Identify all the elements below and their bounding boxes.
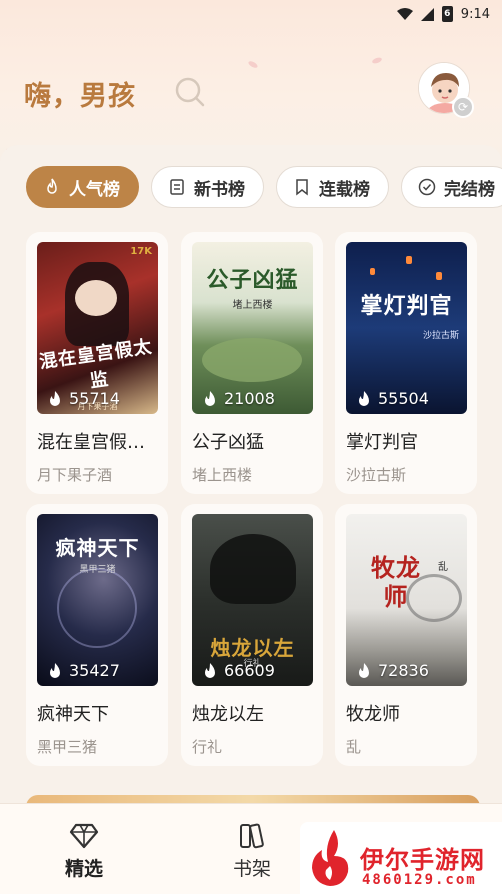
tab-label: 连载榜: [319, 179, 370, 200]
avatar-button[interactable]: ⟳: [418, 62, 474, 118]
flame-icon: [359, 390, 369, 406]
cover-title: 牧龙师: [371, 553, 421, 611]
book-title: 掌灯判官: [346, 432, 418, 453]
status-time: 9:14: [460, 6, 490, 22]
book-author: 黑甲三猪: [37, 738, 98, 756]
watermark-name: 伊尔手游网: [360, 846, 485, 874]
flame-icon: [205, 390, 215, 406]
flame-icon: [47, 178, 57, 194]
cover-title: 疯神天下: [55, 536, 140, 560]
flame-icon: [205, 662, 215, 678]
book-author: 乱: [346, 738, 362, 756]
flame-icon: [50, 390, 60, 406]
popularity-count: 21008: [224, 389, 275, 408]
book-title: 公子凶猛: [192, 432, 264, 453]
cover-moon: [57, 568, 137, 648]
book-cover: 17K 混在皇宫假太监 月下果子酒 55714: [37, 242, 158, 414]
book-author: 月下果子酒: [37, 466, 113, 484]
cover-face: [75, 280, 117, 316]
wifi-icon: [396, 7, 413, 20]
search-icon: [175, 77, 205, 107]
book-cover: 掌灯判官 沙拉古斯 55504: [346, 242, 467, 414]
signal-icon: [420, 7, 434, 21]
book-card[interactable]: 烛龙以左 行礼 66609 烛龙以左 行礼: [181, 504, 323, 766]
status-bar: 6 9:14: [0, 0, 502, 28]
popularity-count: 55714: [69, 389, 120, 408]
tab-serializing[interactable]: 连载榜: [276, 166, 389, 208]
book-card[interactable]: 17K 混在皇宫假太监 月下果子酒 55714 混在皇宫假太监 月下果子酒: [26, 232, 168, 494]
cover-title: 掌灯判官: [360, 293, 453, 319]
flame-icon: [50, 662, 60, 678]
popularity: 55504: [356, 389, 429, 408]
cover-lantern: [406, 256, 412, 264]
site-watermark: 伊尔手游网 4860129.com: [300, 822, 502, 894]
watermark-url: 4860129.com: [362, 872, 477, 888]
diamond-icon: [69, 823, 99, 849]
tab-new-books[interactable]: 新书榜: [151, 166, 264, 208]
book-title: 混在皇宫假太监: [37, 432, 161, 453]
bookmark-icon: [296, 179, 308, 196]
bookshelf-icon: [240, 823, 264, 849]
cover-title: 公子凶猛: [206, 267, 299, 293]
book-cover: 牧龙师 乱 72836: [346, 514, 467, 686]
popularity-count: 72836: [378, 661, 429, 680]
book-title: 疯神天下: [37, 704, 109, 725]
tab-label: 人气榜: [69, 179, 120, 200]
book-title: 牧龙师: [346, 704, 400, 725]
battery-icon: 6: [441, 6, 453, 22]
book-icon: [170, 179, 184, 195]
search-button[interactable]: [172, 74, 208, 110]
book-author: 沙拉古斯: [346, 466, 407, 484]
cover-author: 乱: [438, 562, 448, 573]
book-card[interactable]: 公子凶猛 堵上西楼 21008 公子凶猛 堵上西楼: [181, 232, 323, 494]
book-author: 堵上西楼: [192, 466, 253, 484]
popularity: 21008: [202, 389, 275, 408]
popularity: 35427: [47, 661, 120, 680]
cover-lantern: [436, 272, 442, 280]
nav-label: 精选: [64, 858, 103, 880]
popularity-count: 35427: [69, 661, 120, 680]
ranking-tabs: 人气榜 新书榜 连载榜 完结榜: [26, 166, 502, 208]
book-cover: 烛龙以左 行礼 66609: [192, 514, 313, 686]
greeting-title: 嗨，男孩: [24, 81, 136, 112]
check-circle-icon: [418, 178, 436, 196]
tab-popular[interactable]: 人气榜: [26, 166, 139, 208]
tab-label: 完结榜: [444, 179, 495, 200]
nav-featured[interactable]: 精选: [44, 822, 124, 881]
cover-dragon: [210, 534, 296, 604]
popularity: 66609: [202, 661, 275, 680]
cover-landscape: [202, 338, 302, 382]
cover-author: 堵上西楼: [232, 300, 273, 311]
watermark-logo-icon: [312, 830, 349, 886]
popularity: 72836: [356, 661, 429, 680]
nav-bookshelf[interactable]: 书架: [212, 822, 292, 881]
swap-avatar-icon: ⟳: [452, 96, 474, 118]
cover-lantern: [370, 268, 375, 275]
tab-completed[interactable]: 完结榜: [401, 166, 502, 208]
flame-icon: [359, 662, 369, 678]
book-cover: 公子凶猛 堵上西楼 21008: [192, 242, 313, 414]
book-title: 烛龙以左: [192, 704, 264, 725]
popularity-count: 55504: [378, 389, 429, 408]
popularity: 55714: [47, 389, 120, 408]
book-card[interactable]: 掌灯判官 沙拉古斯 55504 掌灯判官 沙拉古斯: [335, 232, 477, 494]
book-card[interactable]: 牧龙师 乱 72836 牧龙师 乱: [335, 504, 477, 766]
book-cover: 疯神天下 黑甲三猪 35427: [37, 514, 158, 686]
popularity-count: 66609: [224, 661, 275, 680]
book-author: 行礼: [192, 738, 223, 756]
book-card[interactable]: 疯神天下 黑甲三猪 35427 疯神天下 黑甲三猪: [26, 504, 168, 766]
nav-label: 书架: [232, 858, 271, 880]
cover-author: 黑甲三猪: [79, 565, 116, 575]
cover-author: 沙拉古斯: [422, 331, 459, 341]
cover-badge: 17K: [130, 246, 152, 257]
tab-label: 新书榜: [194, 179, 245, 200]
